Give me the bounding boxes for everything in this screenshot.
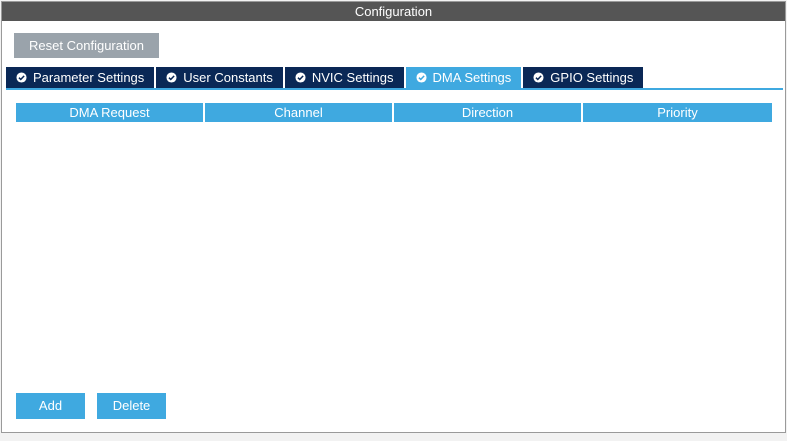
check-circle-icon [166,72,177,83]
check-circle-icon [533,72,544,83]
dma-table-header: DMA Request Channel Direction Priority [16,103,772,122]
tab-label: NVIC Settings [311,70,394,85]
check-circle-icon [16,72,27,83]
delete-button[interactable]: Delete [97,393,166,419]
tab-nvic-settings[interactable]: NVIC Settings [284,67,404,88]
reset-configuration-button[interactable]: Reset Configuration [14,33,159,58]
tab-label: DMA Settings [432,70,512,85]
tab-label: GPIO Settings [550,70,634,85]
column-header-priority[interactable]: Priority [583,103,772,122]
tab-label: Parameter Settings [33,70,145,85]
column-header-channel[interactable]: Channel [205,103,394,122]
tab-dma-settings[interactable]: DMA Settings [405,67,522,88]
tab-gpio-settings[interactable]: GPIO Settings [523,67,644,88]
tab-bar: Parameter Settings User Constants NVIC S… [6,67,645,88]
tab-user-constants[interactable]: User Constants [156,67,283,88]
tab-parameter-settings[interactable]: Parameter Settings [6,67,155,88]
check-circle-icon [415,72,427,83]
tab-underline [6,88,783,90]
configuration-panel: Configuration Reset Configuration Parame… [1,1,786,433]
window-title: Configuration [2,2,785,21]
column-header-dma-request[interactable]: DMA Request [16,103,205,122]
add-button[interactable]: Add [16,393,85,419]
tab-label: User Constants [183,70,273,85]
check-circle-icon [295,72,306,83]
column-header-direction[interactable]: Direction [394,103,583,122]
